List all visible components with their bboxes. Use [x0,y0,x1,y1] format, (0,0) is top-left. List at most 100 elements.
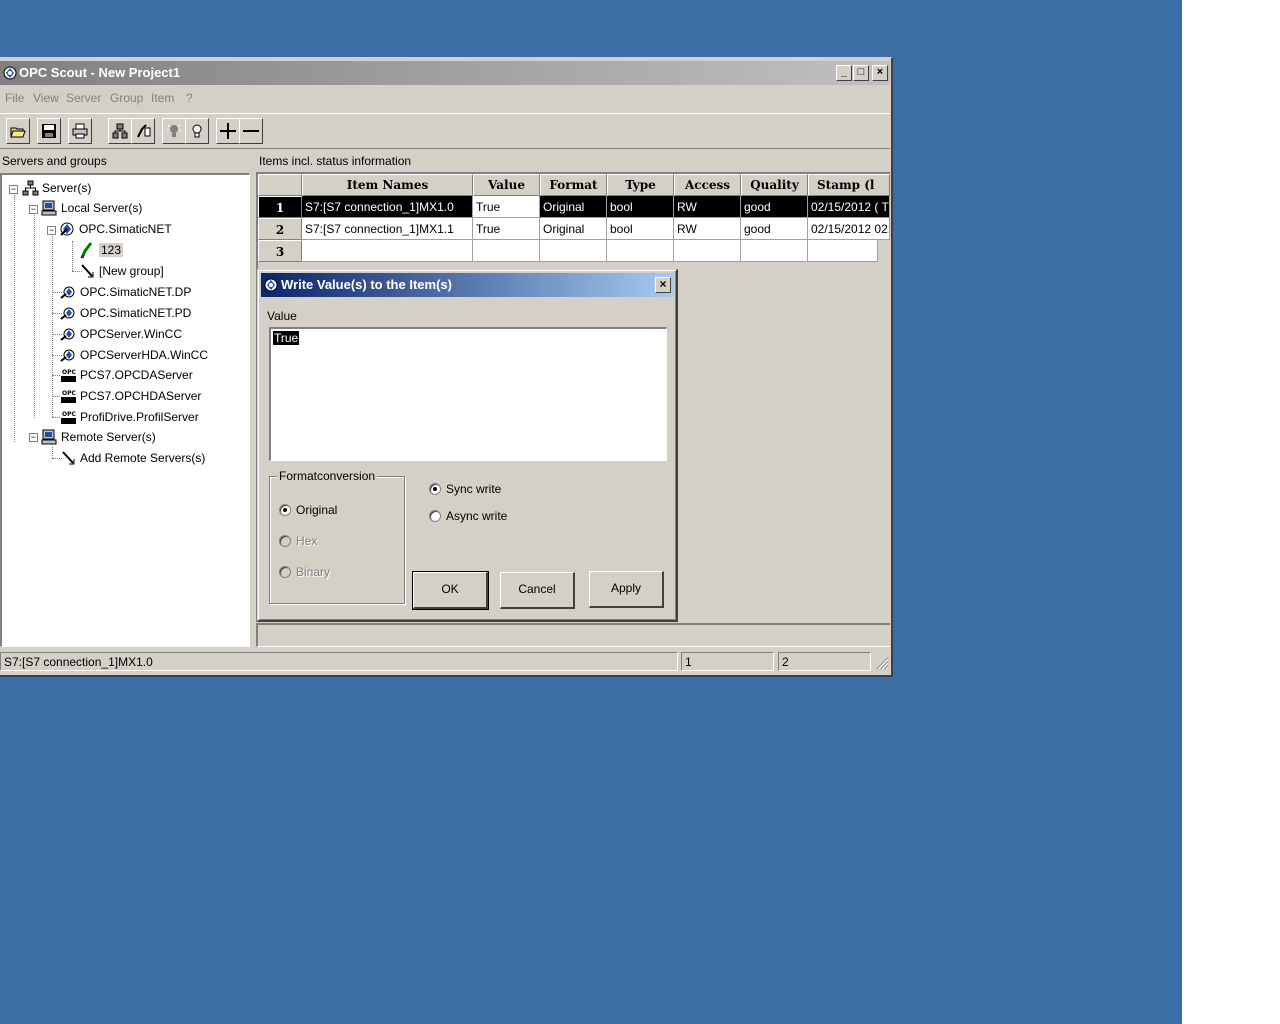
dialog-close-button[interactable]: × [655,277,671,293]
tree-label: Local Server(s) [61,201,143,215]
table-cell[interactable]: RW [674,196,741,218]
open-button[interactable] [6,118,30,144]
dialog-title-bar[interactable]: Write Value(s) to the Item(s) × [261,273,674,297]
item-view-icon [137,124,151,138]
row-number[interactable]: 2 [258,218,302,240]
computer-icon [41,200,57,216]
menu-help[interactable]: ? [186,91,193,105]
table-cell[interactable]: Original [540,218,607,240]
table-cell[interactable]: bool [607,218,674,240]
deactivate-button[interactable] [162,118,186,144]
write-value-dialog: Write Value(s) to the Item(s) × Value Tr… [257,269,678,622]
menu-item[interactable]: Item [151,91,174,105]
opc-logo-icon: OPC [61,410,76,425]
menu-group[interactable]: Group [110,91,143,105]
tree-label: ProfiDrive.ProfilServer [80,410,199,424]
apply-button[interactable]: Apply [589,571,664,608]
table-cell[interactable]: True [473,196,540,218]
ok-button[interactable]: OK [412,571,489,610]
collapse-remote-toggle[interactable]: − [29,433,38,442]
column-header[interactable]: Format [540,174,607,196]
value-textarea[interactable]: True [269,327,667,461]
table-cell[interactable]: good [741,218,808,240]
tree-line [52,447,53,458]
column-header[interactable]: Access [674,174,741,196]
opc-server-icon [60,307,75,320]
radio-disabled-icon [279,566,291,578]
table-cell[interactable]: RW [674,218,741,240]
group-pen-icon [80,242,93,259]
table-cell[interactable]: Original [540,196,607,218]
table-cell[interactable] [473,240,540,262]
table-cell[interactable]: S7:[S7 connection_1]MX1.1 [302,218,473,240]
table-cell[interactable]: 02/15/2012 02:1 [808,218,890,240]
remove-item-button[interactable] [239,118,263,144]
svg-text:OPC: OPC [62,390,76,397]
activate-button[interactable] [185,118,209,144]
svg-text:OPC: OPC [62,369,76,376]
tree-label: [New group] [99,264,164,278]
tree-label: OPC.SimaticNET [79,222,172,236]
opc-logo-icon: OPC [61,368,76,383]
bulb-on-icon [192,124,202,138]
table-cell[interactable]: good [741,196,808,218]
close-button[interactable]: × [872,65,888,81]
open-icon [10,127,26,138]
row-number[interactable]: 1 [258,196,302,218]
server-view-button[interactable] [108,118,132,144]
table-cell[interactable]: True [473,218,540,240]
table-cell[interactable] [540,240,607,262]
title-bar[interactable]: OPC Scout - New Project1 _ □ × [0,61,890,85]
item-view-button[interactable] [131,118,155,144]
save-icon [42,124,56,138]
table-cell[interactable] [607,240,674,262]
print-button[interactable] [68,118,92,144]
status-field-1: 1 [681,652,774,671]
message-pane [256,623,890,647]
add-item-button[interactable] [216,118,240,144]
tree-line [52,231,53,417]
minimize-button[interactable]: _ [836,65,852,81]
save-button[interactable] [37,118,61,144]
menu-view[interactable]: View [33,91,59,105]
radio-label: Hex [296,534,318,548]
resize-grip-icon[interactable] [875,656,889,670]
print-icon [72,123,88,139]
column-header[interactable]: Quality [741,174,808,196]
row-number[interactable]: 3 [258,240,302,262]
remove-icon [243,130,259,132]
tree-line [14,190,15,442]
table-cell[interactable] [674,240,741,262]
collapse-local-toggle[interactable]: − [29,205,38,214]
menu-bar: File View Server Group Item ? [0,88,890,108]
opc-server-icon [60,349,75,362]
server-tree[interactable]: − Server(s) − Local Server(s) − OPC.Sima… [0,173,250,647]
cancel-button[interactable]: Cancel [500,572,575,609]
bulb-off-icon [167,124,181,137]
maximize-button[interactable]: □ [853,65,869,81]
menu-file[interactable]: File [5,91,24,105]
opc-scout-app-icon [264,278,278,292]
table-cell[interactable]: bool [607,196,674,218]
opc-server-icon [60,328,75,341]
table-cell[interactable]: S7:[S7 connection_1]MX1.0 [302,196,473,218]
menu-server[interactable]: Server [66,91,101,105]
column-header[interactable]: Item Names [302,174,473,196]
column-header[interactable]: Stamp (l [808,174,890,196]
table-cell[interactable] [741,240,808,262]
collapse-root-toggle[interactable]: − [9,185,18,194]
table-cell[interactable]: 02/15/2012 ( Th [808,196,890,218]
tree-label-selected: 123 [99,243,124,257]
table-cell[interactable] [302,240,473,262]
add-remote-icon [62,451,75,465]
server-view-icon [112,123,128,139]
radio-label: Async write [446,509,508,523]
radio-unchecked-icon [429,510,441,522]
column-header[interactable]: Value [473,174,540,196]
collapse-simaticnet-toggle[interactable]: − [47,226,56,235]
column-header[interactable]: Type [607,174,674,196]
tree-label: OPCServerHDA.WinCC [80,348,209,362]
radio-checked-icon [429,483,441,495]
table-cell[interactable] [808,240,878,262]
remote-computer-icon [41,429,57,445]
